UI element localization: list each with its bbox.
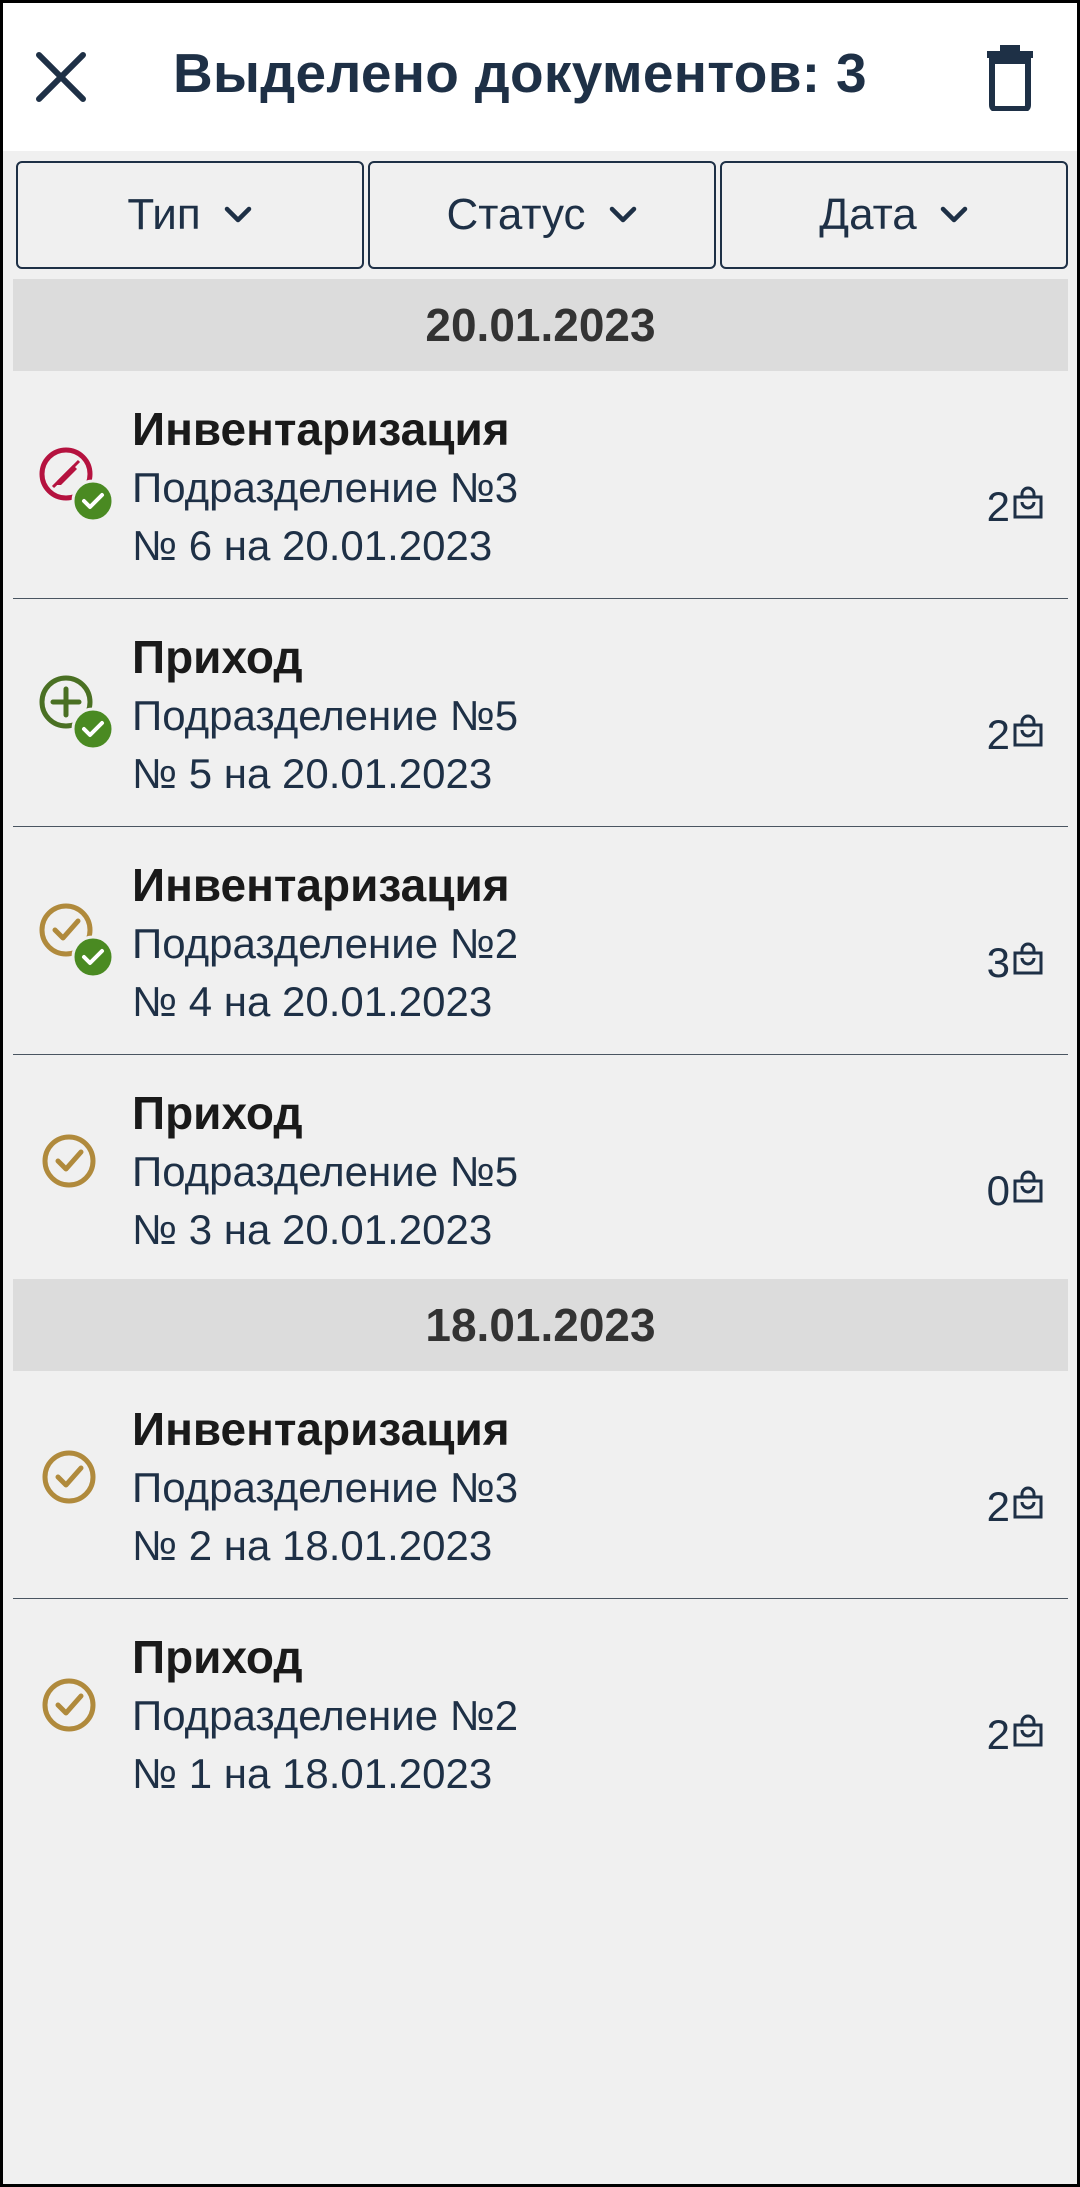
- document-department: Подразделение №3: [132, 464, 519, 511]
- document-department: Подразделение №2: [132, 920, 519, 967]
- document-department: Подразделение №2: [132, 1692, 519, 1739]
- item-count: 3: [987, 939, 1044, 987]
- shopping-bag-icon: [1013, 1486, 1043, 1519]
- filter-status-label: Статус: [446, 190, 586, 239]
- document-row[interactable]: Приход Подразделение №2 № 1 на 18.01.202…: [13, 1599, 1068, 1827]
- item-count-value: 0: [986, 1167, 1010, 1214]
- document-info: Инвентаризация Подразделение №2 № 4 на 2…: [132, 855, 518, 1031]
- item-count: 2: [987, 711, 1044, 759]
- item-count-value: 2: [986, 711, 1010, 758]
- chevron-down-icon: [940, 206, 967, 223]
- item-count: 2: [987, 1711, 1044, 1759]
- document-number: № 5 на 20.01.2023: [132, 750, 493, 797]
- document-department: Подразделение №5: [132, 1148, 519, 1195]
- filter-status-dropdown[interactable]: Статус: [368, 161, 716, 269]
- item-count-value: 2: [986, 483, 1010, 530]
- item-count: 2: [987, 1483, 1044, 1531]
- document-number: № 2 на 18.01.2023: [132, 1522, 493, 1569]
- document-number: № 1 на 18.01.2023: [132, 1750, 493, 1797]
- filter-type-label: Тип: [127, 190, 201, 239]
- document-type: Приход: [132, 1631, 303, 1683]
- page-title: Выделено документов: 3: [173, 42, 867, 104]
- shopping-bag-icon: [1013, 942, 1043, 975]
- document-type: Инвентаризация: [132, 403, 510, 455]
- document-department: Подразделение №5: [132, 692, 519, 739]
- check-circle-icon: [42, 1134, 96, 1188]
- document-type: Инвентаризация: [132, 859, 510, 911]
- delete-icon[interactable]: [985, 43, 1035, 111]
- document-info: Инвентаризация Подразделение №3 № 2 на 1…: [132, 1399, 518, 1575]
- close-icon[interactable]: [31, 47, 91, 107]
- date-group-header: 18.01.2023: [13, 1279, 1068, 1371]
- check-circle-icon: [42, 1450, 96, 1504]
- filter-date-dropdown[interactable]: Дата: [720, 161, 1068, 269]
- document-info: Приход Подразделение №5 № 5 на 20.01.202…: [132, 627, 518, 803]
- document-row[interactable]: Приход Подразделение №5 № 5 на 20.01.202…: [13, 599, 1068, 827]
- filter-bar: Тип Статус Дата: [16, 161, 1068, 269]
- shopping-bag-icon: [1013, 1714, 1043, 1747]
- plus-circle-icon: [39, 675, 115, 751]
- item-count-value: 2: [986, 1711, 1010, 1758]
- shopping-bag-icon: [1013, 1170, 1043, 1203]
- document-type: Приход: [132, 631, 303, 683]
- item-count-value: 2: [986, 1483, 1010, 1530]
- document-info: Инвентаризация Подразделение №3 № 6 на 2…: [132, 399, 518, 575]
- item-count: 0: [987, 1167, 1044, 1215]
- document-department: Подразделение №3: [132, 1464, 519, 1511]
- document-row[interactable]: Инвентаризация Подразделение №3 № 6 на 2…: [13, 371, 1068, 599]
- chevron-down-icon: [224, 206, 251, 223]
- document-row[interactable]: Инвентаризация Подразделение №3 № 2 на 1…: [13, 1371, 1068, 1599]
- document-row[interactable]: Инвентаризация Подразделение №2 № 4 на 2…: [13, 827, 1068, 1055]
- document-type: Инвентаризация: [132, 1403, 510, 1455]
- document-info: Приход Подразделение №2 № 1 на 18.01.202…: [132, 1627, 518, 1803]
- date-group-header: 20.01.2023: [13, 279, 1068, 371]
- filter-type-dropdown[interactable]: Тип: [16, 161, 364, 269]
- document-number: № 3 на 20.01.2023: [132, 1206, 493, 1253]
- document-info: Приход Подразделение №5 № 3 на 20.01.202…: [132, 1083, 518, 1259]
- chevron-down-icon: [609, 206, 636, 223]
- filter-date-label: Дата: [819, 190, 917, 239]
- item-count: 2: [987, 483, 1044, 531]
- document-row[interactable]: Приход Подразделение №5 № 3 на 20.01.202…: [13, 1055, 1068, 1283]
- app-bar: Выделено документов: 3: [3, 3, 1077, 151]
- document-type: Приход: [132, 1087, 303, 1139]
- document-number: № 6 на 20.01.2023: [132, 522, 493, 569]
- shopping-bag-icon: [1013, 714, 1043, 747]
- document-number: № 4 на 20.01.2023: [132, 978, 493, 1025]
- edit-circle-icon: [39, 447, 115, 523]
- item-count-value: 3: [986, 939, 1010, 986]
- check-circle-icon: [39, 903, 115, 979]
- shopping-bag-icon: [1013, 486, 1043, 519]
- check-circle-icon: [42, 1678, 96, 1732]
- screen: Выделено документов: 3 Тип Статус Дата 2…: [3, 3, 1077, 2184]
